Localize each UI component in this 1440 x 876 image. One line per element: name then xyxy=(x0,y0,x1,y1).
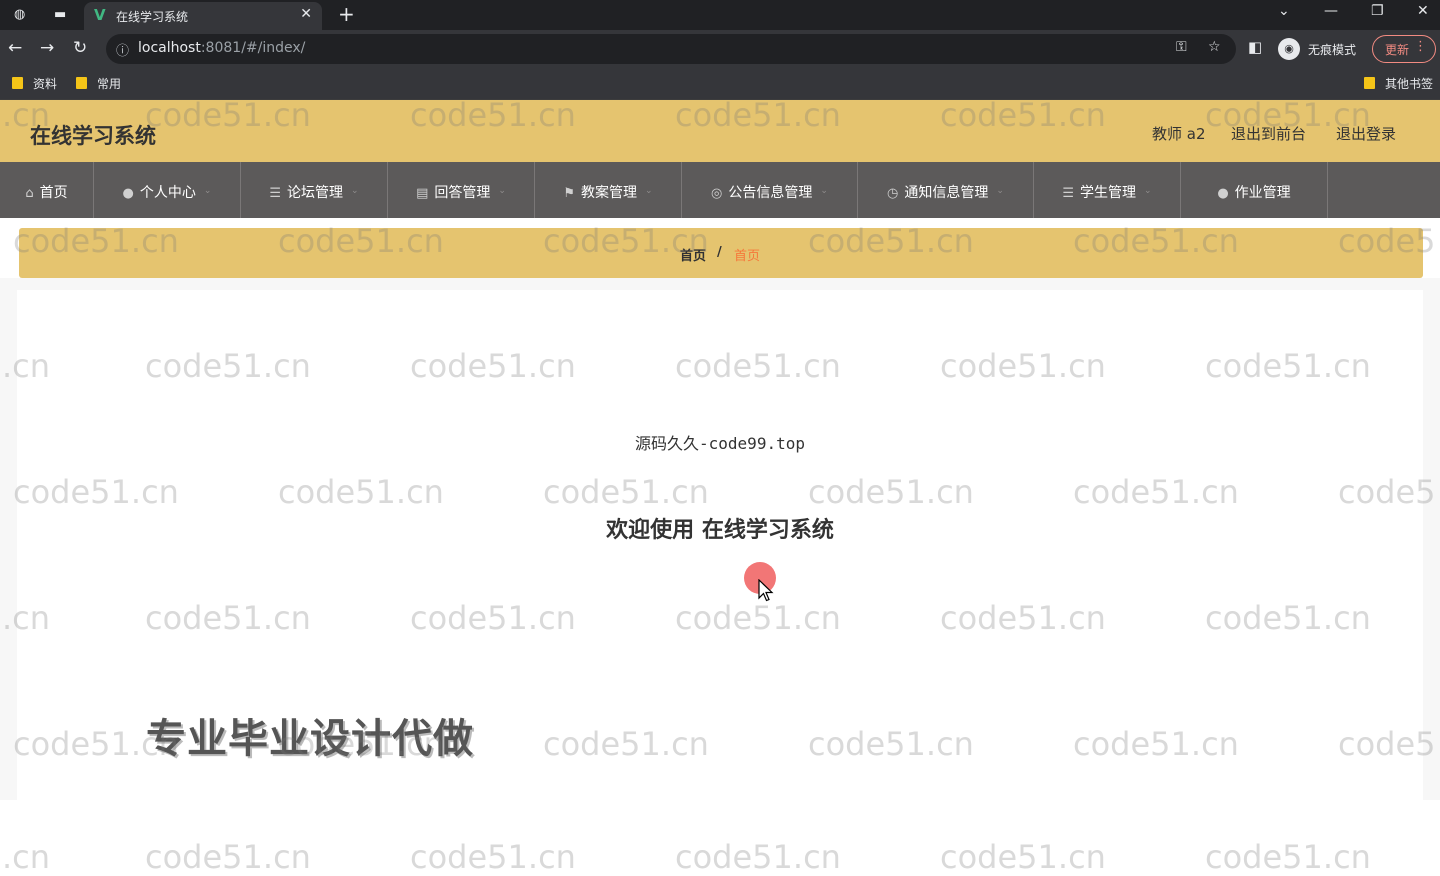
browser-tab[interactable]: V 在线学习系统 ✕ xyxy=(84,2,322,30)
side-panel-icon[interactable]: ◧ xyxy=(1248,38,1262,56)
app-title: 在线学习系统 xyxy=(30,124,156,148)
back-icon[interactable]: ← xyxy=(8,38,22,58)
update-button[interactable]: 更新 ⋮ xyxy=(1372,35,1436,63)
list-icon: ☰ xyxy=(269,186,282,201)
list-icon: ☰ xyxy=(1062,186,1075,201)
globe-icon[interactable]: ◍ xyxy=(14,7,25,22)
other-bookmarks[interactable]: 其他书签 xyxy=(1364,75,1433,92)
forward-icon[interactable]: → xyxy=(40,38,54,58)
chevron-down-icon: ⌄ xyxy=(996,186,1004,196)
chevron-down-icon: ⌄ xyxy=(351,186,359,196)
bookmark-star-icon[interactable]: ☆ xyxy=(1208,39,1221,55)
nav-item-forum[interactable]: ☰ 论坛管理 ⌄ xyxy=(241,162,388,218)
url-text[interactable]: localhost:8081/#/index/ xyxy=(138,40,305,56)
reload-icon[interactable]: ↻ xyxy=(73,38,87,58)
chevron-down-icon: ⌄ xyxy=(820,186,828,196)
user-icon: ● xyxy=(122,186,134,201)
nav-item-students[interactable]: ☰ 学生管理 ⌄ xyxy=(1034,162,1181,218)
browser-tab-strip: ◍ ▬ V 在线学习系统 ✕ + ⌄ — ❐ ✕ xyxy=(0,0,1440,30)
vue-logo-icon: V xyxy=(94,6,106,24)
watermark: code51.cn xyxy=(1205,838,1371,876)
promo-banner: 专业毕业设计代做 xyxy=(146,716,474,762)
incognito-icon[interactable]: ◉ xyxy=(1278,38,1300,60)
watermark: code51.cn xyxy=(675,838,841,876)
chevron-down-icon: ⌄ xyxy=(498,186,506,196)
chevron-down-icon: ⌄ xyxy=(645,186,653,196)
main-nav: ⌂ 首页 ● 个人中心 ⌄ ☰ 论坛管理 ⌄ ▤ 回答管理 ⌄ ⚑ 教案管理 ⌄ ◎ 公告信息管理 ⌄… xyxy=(0,162,1440,218)
restore-icon[interactable]: ❐ xyxy=(1371,3,1384,19)
flag-icon: ⚑ xyxy=(563,186,576,201)
close-tab-icon[interactable]: ✕ xyxy=(300,6,312,22)
site-info-icon[interactable]: ⓘ xyxy=(116,40,129,59)
address-bar[interactable]: ⓘ localhost:8081/#/index/ ⚿ ☆ xyxy=(106,34,1236,64)
watermark: code51.cn xyxy=(410,838,576,876)
tab-search-icon[interactable]: ⌄ xyxy=(1278,3,1290,19)
welcome-heading: 欢迎使用 在线学习系统 xyxy=(606,518,834,543)
user-icon: ● xyxy=(1217,186,1229,201)
bookmarks-bar: 资料 常用 其他书签 xyxy=(0,68,1440,100)
nav-item-home[interactable]: ⌂ 首页 xyxy=(0,162,94,218)
breadcrumb-separator: / xyxy=(717,245,722,260)
clipboard-icon: ▤ xyxy=(416,186,429,201)
tab-title: 在线学习系统 xyxy=(116,10,189,24)
incognito-label: 无痕模式 xyxy=(1308,43,1357,57)
folder-icon xyxy=(1364,77,1375,89)
watermark: code51.cn xyxy=(145,838,311,876)
clock-icon: ◷ xyxy=(887,186,899,201)
breadcrumb-home[interactable]: 首页 xyxy=(680,245,706,264)
nav-item-answers[interactable]: ▤ 回答管理 ⌄ xyxy=(388,162,535,218)
nav-item-notifications[interactable]: ◷ 通知信息管理 ⌄ xyxy=(858,162,1034,218)
browser-toolbar: ← → ↻ ⓘ localhost:8081/#/index/ ⚿ ☆ ◧ ◉ … xyxy=(0,30,1440,68)
folder-icon xyxy=(76,77,87,89)
breadcrumb: 首页 / 首页 xyxy=(19,228,1423,278)
window-icon[interactable]: ▬ xyxy=(54,7,66,22)
folder-icon xyxy=(12,77,23,89)
bookmark-folder-1[interactable]: 资料 xyxy=(12,75,57,92)
minimize-icon[interactable]: — xyxy=(1324,3,1338,19)
app-header: 在线学习系统 教师 a2 退出到前台 退出登录 xyxy=(0,100,1440,162)
logout-link[interactable]: 退出登录 xyxy=(1336,123,1396,144)
front-page-link[interactable]: 退出到前台 xyxy=(1231,123,1306,144)
compass-icon: ◎ xyxy=(711,186,723,201)
chevron-down-icon: ⌄ xyxy=(203,186,212,196)
home-icon: ⌂ xyxy=(25,186,34,201)
nav-item-homework[interactable]: ● 作业管理 xyxy=(1181,162,1328,218)
mouse-cursor-icon xyxy=(758,579,774,602)
nav-item-personal-center[interactable]: ● 个人中心 ⌄ xyxy=(94,162,241,218)
close-window-icon[interactable]: ✕ xyxy=(1417,3,1429,19)
nav-item-lesson-plans[interactable]: ⚑ 教案管理 ⌄ xyxy=(535,162,682,218)
new-tab-icon[interactable]: + xyxy=(338,2,355,26)
page-background xyxy=(0,278,1440,290)
bookmark-folder-2[interactable]: 常用 xyxy=(76,75,121,92)
more-vert-icon: ⋮ xyxy=(1414,39,1427,54)
user-label: 教师 a2 xyxy=(1152,125,1206,143)
key-icon[interactable]: ⚿ xyxy=(1176,39,1187,55)
watermark: .cn xyxy=(2,838,51,876)
nav-item-announcements[interactable]: ◎ 公告信息管理 ⌄ xyxy=(682,162,858,218)
chevron-down-icon: ⌄ xyxy=(1144,186,1152,196)
source-text: 源码久久-code99.top xyxy=(635,434,805,453)
breadcrumb-current: 首页 xyxy=(734,249,761,264)
watermark: code51.cn xyxy=(940,838,1106,876)
